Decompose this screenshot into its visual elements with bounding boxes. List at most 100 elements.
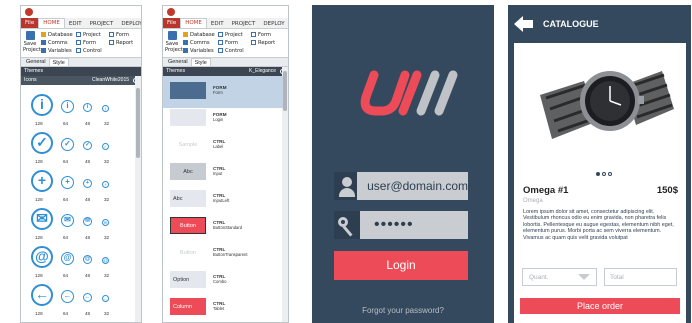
icon-size-label: 32 <box>104 311 110 316</box>
scrollbar-thumb[interactable] <box>136 88 140 158</box>
icon-size-label: 128 <box>35 197 43 202</box>
back-arrow-icon[interactable] <box>514 16 534 32</box>
control-label: CTRL Combo <box>213 274 227 284</box>
product-card: Omega #1 150$ Omega Lorem ipsum dolor si… <box>514 43 686 323</box>
checklist-icon[interactable]: ✓ <box>31 132 53 154</box>
ribbon-form-2[interactable]: Form <box>251 31 275 39</box>
ribbon-comms[interactable]: Comms <box>41 39 73 47</box>
property-tabs: General Style <box>21 58 141 67</box>
ribbon-database[interactable]: Database <box>183 31 215 39</box>
back-icon[interactable]: ← <box>102 295 109 302</box>
email-value: user@domain.com <box>367 179 468 193</box>
menu-home[interactable]: HOME <box>38 18 65 28</box>
menu-project[interactable]: PROJECT <box>228 20 260 28</box>
icon-size-label: 128 <box>35 121 43 126</box>
icons-header[interactable]: Icons CleanWhite2015 <box>21 76 141 85</box>
attachment-icon[interactable]: @ <box>102 257 109 264</box>
menu-bar: File HOME EDIT PROJECT DEPLOY <box>163 18 288 29</box>
control-row[interactable]: Column CTRL Tablet <box>163 292 283 322</box>
ribbon-project[interactable]: Project <box>218 31 244 39</box>
tab-style[interactable]: Style <box>48 58 69 66</box>
scrollbar[interactable] <box>135 76 141 322</box>
save-project-button[interactable]: Save Project <box>165 31 183 53</box>
ribbon-control[interactable]: Control <box>76 47 102 55</box>
mail-icon[interactable]: ✉ <box>31 208 53 230</box>
themes-header[interactable]: Themes K_Elegance <box>163 67 288 76</box>
menu-project[interactable]: PROJECT <box>86 20 118 28</box>
ribbon-variables[interactable]: Variables <box>183 47 215 55</box>
carousel-dot[interactable] <box>608 172 612 176</box>
menu-edit[interactable]: EDIT <box>65 20 86 28</box>
themes-header[interactable]: Themes <box>21 67 141 76</box>
login-button[interactable]: Login <box>334 251 468 280</box>
menu-deploy[interactable]: DEPLOY <box>117 20 141 28</box>
icon-size-label: 32 <box>104 197 110 202</box>
info-icon[interactable]: i <box>83 103 92 112</box>
key-icon <box>334 211 360 239</box>
forgot-password-link[interactable]: Forgot your password? <box>312 306 494 315</box>
menu-deploy[interactable]: DEPLOY <box>259 20 288 28</box>
form-icon <box>218 40 223 45</box>
checklist-icon[interactable]: ✓ <box>83 141 92 150</box>
property-tabs: General Style <box>163 58 288 67</box>
control-name: Combo <box>213 279 227 284</box>
attachment-icon[interactable]: @ <box>61 252 74 265</box>
carousel-dot[interactable] <box>602 172 606 176</box>
save-icon <box>25 31 35 40</box>
ribbon-report[interactable]: Report <box>251 39 275 47</box>
menu-edit[interactable]: EDIT <box>207 20 228 28</box>
variables-icon <box>183 48 188 53</box>
mail-icon[interactable]: ✉ <box>83 217 92 226</box>
checklist-icon[interactable]: ✓ <box>102 143 109 150</box>
total-field[interactable]: Total <box>604 268 677 286</box>
back-icon[interactable]: ← <box>61 290 74 303</box>
ribbon-project[interactable]: Project <box>76 31 102 39</box>
controls-theme-select[interactable]: K_Elegance <box>249 67 276 76</box>
carousel-dot[interactable] <box>596 172 600 176</box>
add-icon[interactable]: + <box>31 170 53 192</box>
info-icon[interactable]: i <box>102 105 109 112</box>
control-name: Label <box>213 144 224 149</box>
save-project-button[interactable]: Save Project <box>23 31 41 53</box>
scrollbar-thumb[interactable] <box>283 71 287 111</box>
ribbon-variables[interactable]: Variables <box>41 47 73 55</box>
back-icon[interactable]: ← <box>31 284 53 306</box>
ribbon: Save Project Database Comms Variables Pro… <box>21 29 141 58</box>
back-icon[interactable]: ← <box>83 293 92 302</box>
info-icon[interactable]: i <box>61 100 74 113</box>
password-field[interactable]: •••••• <box>334 211 468 239</box>
add-icon[interactable]: + <box>83 179 92 188</box>
ribbon-form-2[interactable]: Form <box>109 31 133 39</box>
ribbon-form[interactable]: Form <box>76 39 102 47</box>
icon-size-label: 48 <box>85 235 91 240</box>
tab-style[interactable]: Style <box>190 58 211 66</box>
quantity-select[interactable]: Quant. <box>522 268 597 286</box>
ribbon-control[interactable]: Control <box>218 47 244 55</box>
attachment-icon[interactable]: @ <box>31 246 53 268</box>
icon-size-label: 64 <box>63 273 69 278</box>
ribbon: Save Project Database Comms Variables Pro… <box>163 29 288 58</box>
mail-icon[interactable]: ✉ <box>102 219 109 226</box>
add-icon[interactable]: + <box>61 176 74 189</box>
icons-theme-select[interactable]: CleanWhite2015 <box>92 76 129 85</box>
attachment-icon[interactable]: @ <box>83 255 92 264</box>
info-icon[interactable]: i <box>31 94 53 116</box>
ribbon-comms[interactable]: Comms <box>183 39 215 47</box>
menu-home[interactable]: HOME <box>180 18 207 28</box>
ribbon-database[interactable]: Database <box>41 31 73 39</box>
catalogue-header: CATALOGUE <box>508 5 691 43</box>
place-order-button[interactable]: Place order <box>520 298 680 314</box>
control-label: CTRL Tablet <box>213 301 225 311</box>
ribbon-form[interactable]: Form <box>218 39 244 47</box>
email-field[interactable]: user@domain.com <box>334 172 468 200</box>
ribbon-report[interactable]: Report <box>109 39 133 47</box>
add-icon[interactable]: + <box>102 181 109 188</box>
checklist-icon[interactable]: ✓ <box>61 138 74 151</box>
tab-general[interactable]: General <box>165 58 191 66</box>
tab-general[interactable]: General <box>23 58 49 66</box>
mail-icon[interactable]: ✉ <box>61 214 74 227</box>
menu-file[interactable]: File <box>163 18 181 28</box>
menu-file[interactable]: File <box>21 18 39 28</box>
control-name: Login <box>213 117 224 122</box>
icon-row: +128 +64 +48 +32 <box>31 170 131 208</box>
